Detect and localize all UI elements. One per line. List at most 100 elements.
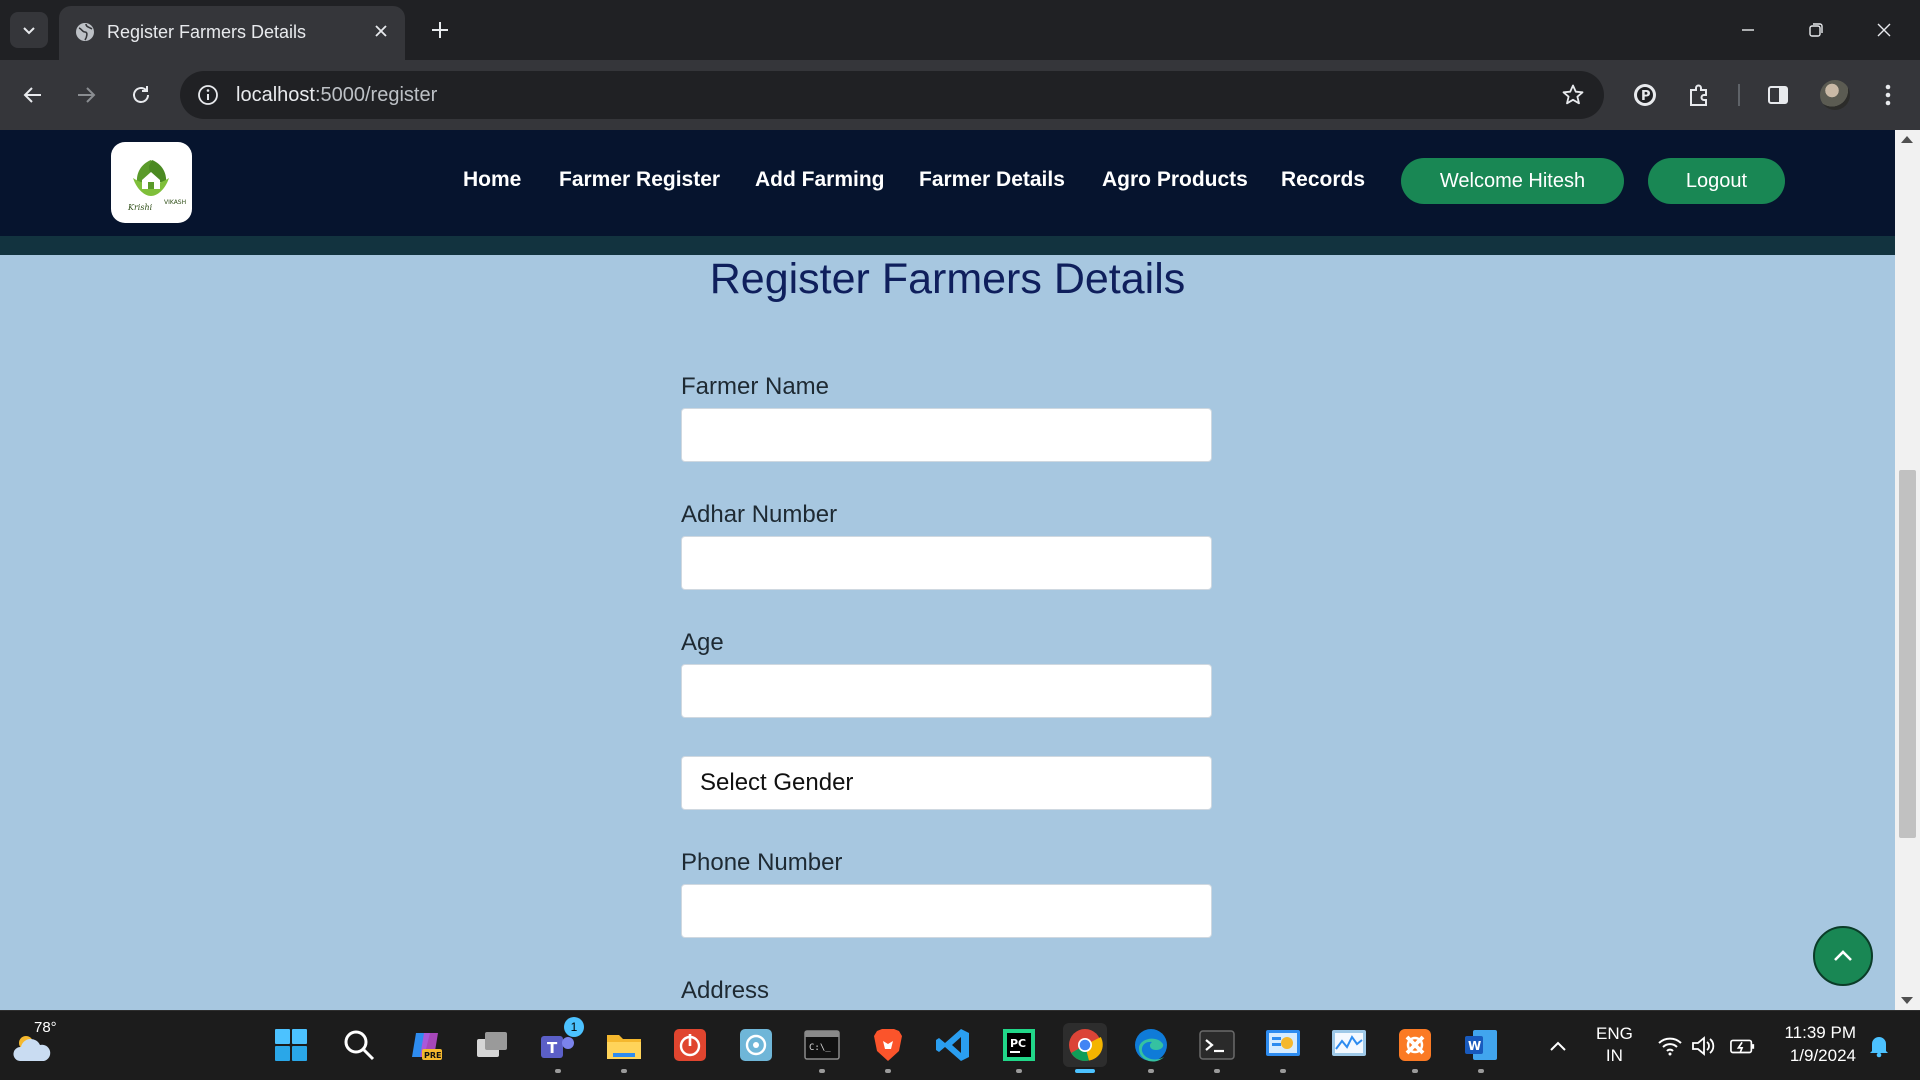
pycharm-app[interactable]: PC	[997, 1023, 1041, 1073]
address-label: Address	[681, 977, 770, 1004]
teams-app[interactable]: T 1	[536, 1017, 584, 1073]
back-to-top-button[interactable]	[1813, 926, 1873, 986]
language-indicator[interactable]: ENG IN	[1596, 1023, 1633, 1067]
nav-link-agro-products[interactable]: Agro Products	[1102, 168, 1248, 192]
extension-p-icon[interactable]: P	[1630, 80, 1660, 110]
age-input[interactable]	[681, 664, 1212, 718]
back-button[interactable]	[14, 76, 52, 114]
reload-button[interactable]	[122, 76, 160, 114]
search-button[interactable]	[337, 1023, 381, 1067]
copilot-app[interactable]: PRE	[404, 1023, 448, 1067]
gender-select[interactable]: Select Gender	[681, 756, 1212, 810]
language-code: ENG	[1596, 1024, 1633, 1043]
svg-text:VIKASH: VIKASH	[164, 199, 186, 206]
more-menu-icon[interactable]	[1873, 80, 1903, 110]
tab-search-button[interactable]	[10, 12, 48, 48]
scroll-up-arrow-icon[interactable]	[1901, 136, 1913, 143]
vscode-icon	[936, 1029, 969, 1061]
toolbar-divider	[1738, 84, 1740, 106]
word-app[interactable]: W	[1459, 1023, 1503, 1073]
battery-charging-icon[interactable]	[1730, 1033, 1756, 1059]
clock-time: 11:39 PM	[1784, 1023, 1856, 1042]
site-logo[interactable]: VIKASH Krishi	[111, 142, 192, 223]
active-tab[interactable]: Register Farmers Details	[59, 6, 405, 60]
power-app[interactable]	[668, 1023, 712, 1067]
arrow-left-icon	[23, 87, 41, 103]
windows-terminal-app[interactable]	[1195, 1023, 1239, 1073]
svg-text:T: T	[547, 1039, 558, 1057]
windows-logo-icon	[275, 1029, 307, 1061]
resource-monitor-app[interactable]	[1327, 1023, 1371, 1067]
system-clock[interactable]: 11:39 PM 1/9/2024	[1776, 1021, 1856, 1067]
adhar-number-input[interactable]	[681, 536, 1212, 590]
bookmark-star-icon[interactable]	[1560, 82, 1586, 108]
logout-button[interactable]: Logout	[1648, 158, 1785, 204]
power-icon	[674, 1029, 706, 1061]
reload-icon	[133, 86, 149, 103]
farmer-name-input[interactable]	[681, 408, 1212, 462]
show-hidden-icons-chevron-icon[interactable]	[1545, 1033, 1571, 1059]
file-explorer-app[interactable]	[602, 1023, 646, 1073]
chrome-app[interactable]	[1063, 1023, 1107, 1073]
folder-icon	[607, 1035, 641, 1059]
tab-title: Register Farmers Details	[107, 22, 307, 42]
tab-close-button[interactable]	[369, 19, 393, 43]
control-panel-app[interactable]	[1261, 1023, 1305, 1073]
svg-text:C:\_: C:\_	[809, 1043, 831, 1053]
running-indicator	[555, 1069, 561, 1073]
edge-app[interactable]	[1129, 1023, 1173, 1073]
chart-monitor-icon	[1332, 1030, 1366, 1056]
restore-icon	[1809, 23, 1823, 37]
word-icon: W	[1465, 1030, 1497, 1060]
phone-number-label: Phone Number	[681, 849, 843, 876]
nav-link-records[interactable]: Records	[1281, 168, 1365, 192]
chevron-up-icon	[1834, 950, 1852, 961]
lion-shield-icon	[874, 1029, 902, 1061]
nav-link-farmer-register[interactable]: Farmer Register	[559, 168, 720, 192]
close-window-button[interactable]	[1864, 12, 1904, 48]
vscode-app[interactable]	[931, 1023, 975, 1067]
forward-button[interactable]	[67, 76, 105, 114]
volume-icon[interactable]	[1691, 1033, 1717, 1059]
start-button[interactable]	[269, 1023, 313, 1067]
side-panel-icon[interactable]	[1763, 80, 1793, 110]
wifi-icon[interactable]	[1657, 1033, 1683, 1059]
terminal-icon: C:\_	[804, 1030, 840, 1060]
adhar-number-label: Adhar Number	[681, 501, 838, 528]
running-indicator	[1016, 1069, 1022, 1073]
task-view-app[interactable]	[470, 1023, 514, 1067]
chrome-icon	[1069, 1029, 1103, 1061]
url-text: localhost:5000/register	[236, 84, 438, 106]
welcome-button[interactable]: Welcome Hitesh	[1401, 158, 1624, 204]
nav-link-home[interactable]: Home	[463, 168, 521, 192]
svg-text:W: W	[1468, 1039, 1481, 1053]
minimize-icon	[1742, 29, 1754, 31]
page-scrollbar[interactable]	[1895, 130, 1920, 1010]
teams-notification-badge: 1	[564, 1017, 584, 1037]
scroll-down-arrow-icon[interactable]	[1901, 997, 1913, 1004]
svg-text:Krishi: Krishi	[127, 203, 153, 212]
xampp-app[interactable]	[1393, 1023, 1437, 1073]
svg-text:P: P	[1641, 89, 1651, 104]
notification-bell-icon[interactable]	[1866, 1033, 1892, 1059]
nav-link-add-farming[interactable]: Add Farming	[755, 168, 885, 192]
gender-select-value: Select Gender	[700, 769, 854, 796]
profile-avatar[interactable]	[1820, 80, 1850, 110]
plus-icon	[432, 22, 448, 38]
windows-taskbar: 78° PRE T 1 C:\_ PC W ENG IN 11:39 PM 1/…	[0, 1010, 1920, 1080]
minimize-button[interactable]	[1728, 12, 1768, 48]
nav-link-farmer-details[interactable]: Farmer Details	[919, 168, 1065, 192]
new-tab-button[interactable]	[424, 14, 456, 46]
extensions-puzzle-icon[interactable]	[1684, 80, 1714, 110]
phone-number-input[interactable]	[681, 884, 1212, 938]
command-prompt-app[interactable]: C:\_	[800, 1023, 844, 1073]
site-info-icon[interactable]	[196, 83, 220, 107]
page-title: Register Farmers Details	[709, 255, 1186, 303]
page-viewport: VIKASH Krishi Home Farmer Register Add F…	[0, 130, 1895, 1010]
restore-button[interactable]	[1796, 12, 1836, 48]
pycharm-icon: PC	[1003, 1029, 1035, 1061]
brave-browser-app[interactable]	[866, 1023, 910, 1073]
scroll-thumb[interactable]	[1899, 470, 1916, 838]
screenshot-app[interactable]	[734, 1023, 778, 1067]
address-bar[interactable]: localhost:5000/register	[180, 71, 1604, 119]
